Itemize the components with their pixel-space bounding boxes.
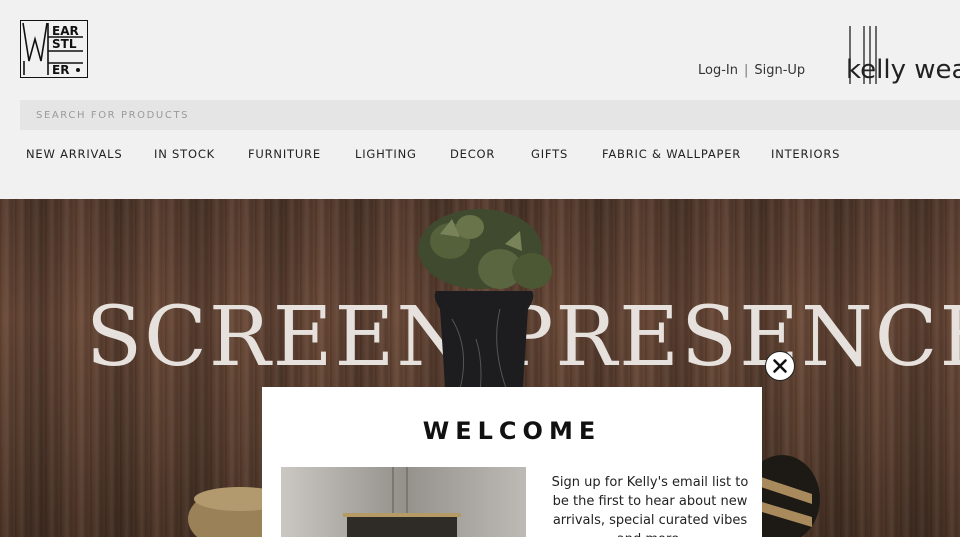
site-header: EAR STL ER Log-In | Sign-Up kelly wearstle… — [0, 0, 960, 199]
modal-title: WELCOME — [422, 417, 602, 445]
nav-item-gifts[interactable]: GIFTS — [531, 147, 568, 161]
brand-text: kelly wearstler — [846, 55, 960, 85]
artichoke-plant-image — [418, 209, 552, 289]
close-icon — [773, 359, 787, 373]
nav-item-fabric-wallpaper[interactable]: FABRIC & WALLPAPER — [602, 147, 741, 161]
modal-close-button[interactable] — [765, 351, 795, 381]
nav-item-lighting[interactable]: LIGHTING — [355, 147, 417, 161]
search-input[interactable] — [20, 100, 960, 130]
nav-item-furniture[interactable]: FURNITURE — [248, 147, 321, 161]
auth-separator: | — [743, 63, 749, 78]
svg-text:EAR: EAR — [52, 24, 79, 38]
modal-product-image — [281, 467, 526, 537]
search-bar[interactable] — [20, 100, 960, 130]
wear-stler-logo[interactable]: EAR STL ER — [20, 20, 88, 78]
login-link[interactable]: Log-In — [698, 63, 738, 78]
nav-item-decor[interactable]: DECOR — [450, 147, 495, 161]
nav-item-interiors[interactable]: INTERIORS — [771, 147, 840, 161]
welcome-modal: WELCOME Sign up for Kelly's email list t… — [262, 387, 762, 537]
signup-link[interactable]: Sign-Up — [754, 63, 805, 78]
svg-text:STL: STL — [52, 37, 77, 51]
nav-item-in-stock[interactable]: IN STOCK — [154, 147, 215, 161]
modal-signup-text: Sign up for Kelly's email list to be the… — [551, 475, 749, 537]
nav-item-new-arrivals[interactable]: NEW ARRIVALS — [26, 147, 122, 161]
svg-text:ER: ER — [52, 63, 69, 77]
kelly-wearstler-brand-logo[interactable]: kelly wearstler — [846, 26, 960, 88]
account-links: Log-In | Sign-Up — [698, 63, 805, 78]
